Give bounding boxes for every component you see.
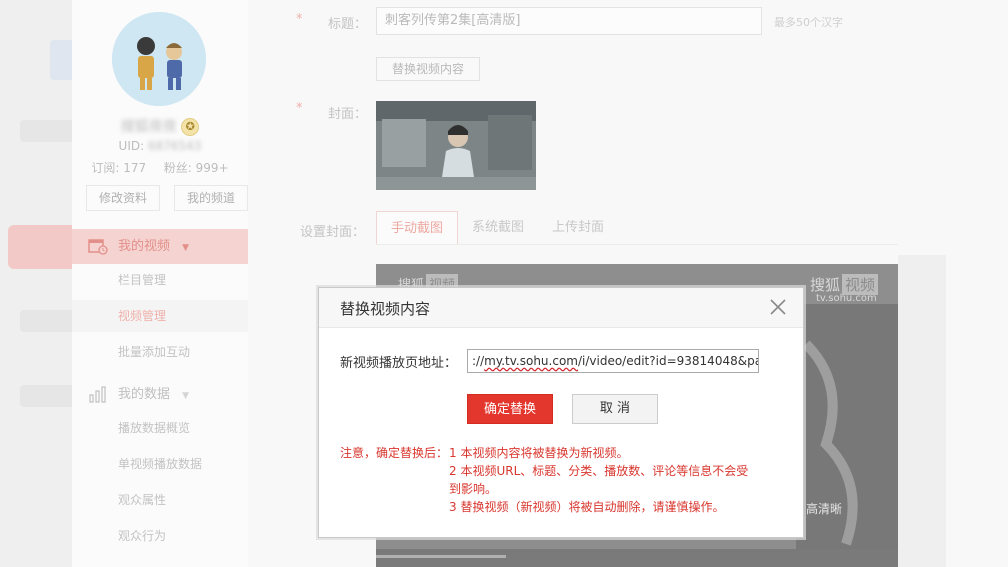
caret-down-icon: ▼ [182, 243, 190, 253]
notice-item-3: 3 替换视频（新视频）将被自动删除，请谨慎操作。 [449, 500, 725, 514]
caret-down-icon: ▼ [182, 391, 190, 401]
notice-lead: 注意，确定替换后： [340, 446, 449, 460]
url-host: my.tv.sohu.com [484, 354, 578, 368]
username-text: 搜狐夜夜 [120, 119, 177, 135]
url-label: 新视频播放页地址： [340, 356, 458, 371]
dialog-title: 替换视频内容 [340, 300, 431, 318]
sidebar-item-video-management[interactable]: 视频管理 [72, 300, 248, 332]
title-label: 标题： [328, 17, 368, 32]
sidebar-item-column-management[interactable]: 栏目管理 [72, 264, 248, 296]
set-cover-label: 设置封面： [300, 225, 366, 240]
close-icon[interactable] [769, 298, 787, 316]
menu-my-data-label: 我的数据 [118, 387, 171, 402]
url-path: /i/video/edit?id=93814048&page=1 [577, 354, 759, 368]
sidebar-item-batch-interaction[interactable]: 批量添加互动 [72, 336, 248, 368]
required-mark: * [296, 101, 303, 116]
url-prefix: :// [472, 354, 485, 368]
notice-item-2: 2 本视频URL、标题、分类、播放数、评论等信息不会受 [449, 464, 749, 478]
title-hint: 最多50个汉字 [774, 16, 843, 29]
sidebar-item-single-video-data[interactable]: 单视频播放数据 [72, 448, 248, 480]
cover-image [376, 101, 536, 190]
tabs-divider [376, 244, 898, 245]
sidebar-item-audience-behavior[interactable]: 观众行为 [72, 520, 248, 552]
video-folder-icon [88, 239, 108, 255]
username: 搜狐夜夜 ✪ [72, 116, 248, 136]
background-decoration [20, 385, 72, 407]
subscriptions-count: 订阅: 177 [91, 161, 147, 175]
avatar[interactable] [112, 12, 206, 106]
bar-chart-icon [89, 386, 106, 403]
menu-my-data[interactable]: 我的数据 ▼ [72, 377, 248, 412]
menu-my-videos-label: 我的视频 [118, 239, 171, 254]
fans-count: 粉丝: 999+ [163, 161, 229, 175]
tab-upload-cover[interactable]: 上传封面 [538, 211, 618, 245]
logo-text: 搜狐 [810, 276, 841, 294]
logo-badge: 视频 [842, 274, 879, 295]
url-input[interactable]: ://my.tv.sohu.com/i/video/edit?id=938140… [467, 349, 759, 373]
cover-tabs: 手动截图 系统截图 上传封面 [376, 211, 618, 245]
edit-profile-button[interactable]: 修改资料 [86, 185, 160, 211]
notice-item-1: 1 本视频内容将被替换为新视频。 [449, 446, 629, 460]
background-left-strip [0, 0, 72, 567]
notice-item-2-cont: 到影响。 [449, 482, 498, 496]
uid-line: UID: 6876543 [72, 139, 248, 153]
player-logo-url: tv.sohu.com [816, 293, 877, 304]
background-decoration [50, 40, 72, 80]
tab-manual-screenshot[interactable]: 手动截图 [376, 211, 459, 245]
vip-badge-icon: ✪ [181, 118, 200, 136]
title-input[interactable]: 刺客列传第2集[高清版] [376, 7, 762, 35]
background-decoration [20, 120, 72, 142]
player-shadow [898, 255, 946, 567]
background-decoration [20, 310, 72, 332]
background-decoration [8, 225, 72, 269]
cancel-button[interactable]: 取 消 [572, 394, 658, 424]
uid-value: 6876543 [147, 139, 202, 153]
player-logo-right: 搜狐 视频 [810, 274, 879, 295]
uid-label: UID: [118, 139, 145, 153]
replace-video-button[interactable]: 替换视频内容 [376, 57, 480, 81]
page: 搜狐夜夜 ✪ UID: 6876543 订阅: 177 粉丝: 999+ 修改资… [0, 0, 1008, 567]
dialog-header: 替换视频内容 [319, 288, 803, 328]
cover-thumbnail[interactable] [376, 101, 536, 190]
confirm-replace-button[interactable]: 确定替换 [467, 394, 553, 424]
sidebar-item-play-overview[interactable]: 播放数据概览 [72, 412, 248, 444]
replace-video-dialog: 替换视频内容 新视频播放页地址： ://my.tv.sohu.com/i/vid… [318, 287, 804, 538]
profile-buttons: 修改资料 我的频道 [86, 185, 248, 211]
my-channel-button[interactable]: 我的频道 [174, 185, 248, 211]
player-caption: 高清晰 [806, 502, 843, 516]
tab-system-screenshot[interactable]: 系统截图 [458, 211, 538, 245]
menu-my-videos[interactable]: 我的视频 ▼ [72, 229, 248, 264]
avatar-illustration-icon [112, 12, 206, 106]
required-mark: * [296, 12, 303, 27]
sidebar-item-audience-attributes[interactable]: 观众属性 [72, 484, 248, 516]
sidebar: 搜狐夜夜 ✪ UID: 6876543 订阅: 177 粉丝: 999+ 修改资… [72, 0, 248, 567]
stats-line: 订阅: 177 粉丝: 999+ [72, 159, 248, 176]
cover-label: 封面： [328, 107, 368, 122]
